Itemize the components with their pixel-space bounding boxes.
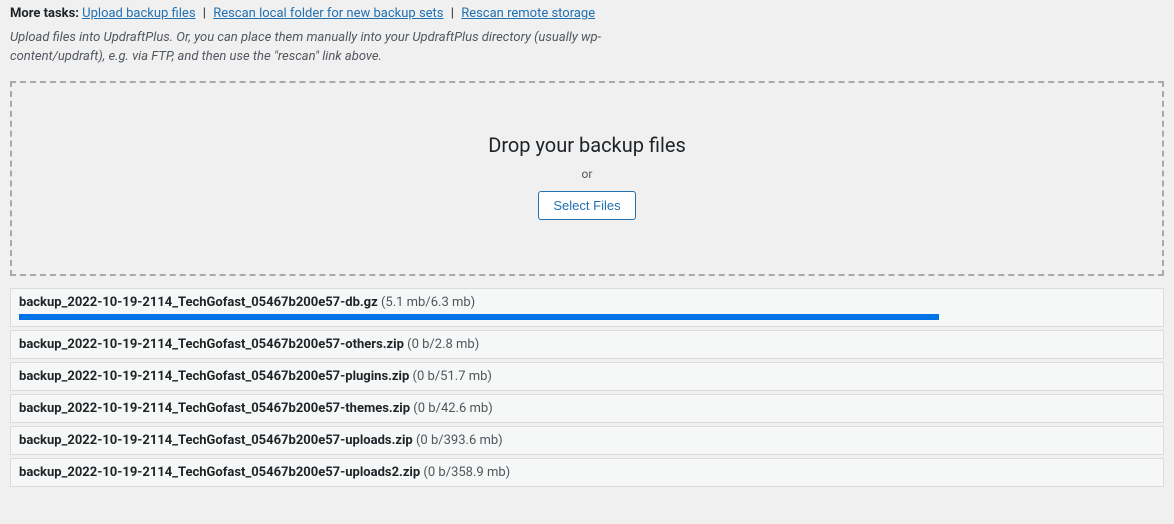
upload-text: backup_2022-10-19-2114_TechGofast_05467b… [19, 401, 1155, 416]
upload-size: (0 b/358.9 mb) [420, 465, 510, 480]
upload-filename: backup_2022-10-19-2114_TechGofast_05467b… [19, 465, 420, 480]
upload-row: backup_2022-10-19-2114_TechGofast_05467b… [10, 394, 1164, 423]
upload-size: (0 b/51.7 mb) [409, 369, 492, 384]
upload-size: (0 b/42.6 mb) [410, 401, 493, 416]
upload-size: (0 b/393.6 mb) [413, 433, 503, 448]
more-tasks-label: More tasks: [10, 6, 79, 21]
upload-text: backup_2022-10-19-2114_TechGofast_05467b… [19, 369, 1155, 384]
upload-filename: backup_2022-10-19-2114_TechGofast_05467b… [19, 337, 404, 352]
upload-text: backup_2022-10-19-2114_TechGofast_05467b… [19, 465, 1155, 480]
upload-filename: backup_2022-10-19-2114_TechGofast_05467b… [19, 401, 410, 416]
dropzone-title: Drop your backup files [32, 133, 1142, 157]
link-rescan-remote[interactable]: Rescan remote storage [461, 6, 595, 21]
upload-row: backup_2022-10-19-2114_TechGofast_05467b… [10, 288, 1164, 327]
progress-bar [19, 314, 1155, 320]
upload-row: backup_2022-10-19-2114_TechGofast_05467b… [10, 426, 1164, 455]
upload-list: backup_2022-10-19-2114_TechGofast_05467b… [10, 288, 1164, 487]
progress-fill [19, 314, 939, 320]
upload-filename: backup_2022-10-19-2114_TechGofast_05467b… [19, 433, 413, 448]
help-text: Upload files into UpdraftPlus. Or, you c… [10, 29, 650, 67]
upload-text: backup_2022-10-19-2114_TechGofast_05467b… [19, 337, 1155, 352]
dropzone[interactable]: Drop your backup files or Select Files [10, 81, 1164, 276]
upload-text: backup_2022-10-19-2114_TechGofast_05467b… [19, 433, 1155, 448]
link-rescan-local[interactable]: Rescan local folder for new backup sets [213, 6, 443, 21]
upload-row: backup_2022-10-19-2114_TechGofast_05467b… [10, 362, 1164, 391]
select-files-button[interactable]: Select Files [538, 191, 635, 220]
upload-size: (5.1 mb/6.3 mb) [378, 295, 476, 310]
separator: | [203, 6, 206, 21]
upload-filename: backup_2022-10-19-2114_TechGofast_05467b… [19, 369, 409, 384]
upload-row: backup_2022-10-19-2114_TechGofast_05467b… [10, 458, 1164, 487]
dropzone-or: or [32, 167, 1142, 181]
more-tasks-bar: More tasks: Upload backup files | Rescan… [10, 6, 1164, 21]
link-upload-backup-files[interactable]: Upload backup files [82, 6, 195, 21]
upload-filename: backup_2022-10-19-2114_TechGofast_05467b… [19, 295, 378, 310]
upload-size: (0 b/2.8 mb) [404, 337, 479, 352]
upload-text: backup_2022-10-19-2114_TechGofast_05467b… [19, 295, 1155, 310]
upload-row: backup_2022-10-19-2114_TechGofast_05467b… [10, 330, 1164, 359]
separator: | [451, 6, 454, 21]
